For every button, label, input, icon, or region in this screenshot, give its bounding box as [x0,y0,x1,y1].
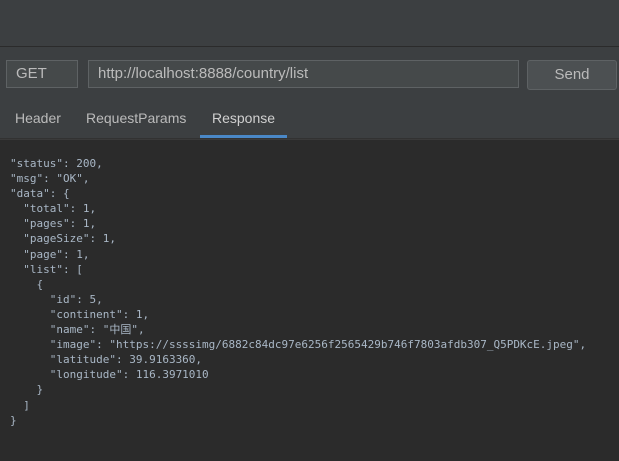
response-line: "data": { [10,187,70,201]
tab-response[interactable]: Response [212,100,275,138]
http-client-window: GET http://localhost:8888/country/list S… [0,0,619,461]
response-line: } [10,383,44,397]
fold-gutter [0,140,8,461]
response-line: "pages": 1, [10,217,97,231]
send-button[interactable]: Send [527,60,617,90]
response-line: "total": 1, [10,202,97,216]
response-line: { [10,277,44,291]
tab-header[interactable]: Header [15,100,61,138]
request-tabs: Header RequestParams Response [0,100,619,139]
response-json-text[interactable]: "status": 200, "msg": "OK", "data": { "tot… [10,156,586,428]
response-line: "list": [ [10,262,83,276]
response-line: "msg": "OK", [10,172,90,186]
http-method-select[interactable]: GET [6,60,78,88]
response-line: "status": 200, [10,157,103,170]
response-line: "id": 5, [10,292,103,306]
response-line: "latitude": 39.9163360, [10,353,203,367]
response-line: "continent": 1, [10,307,150,321]
response-line: } [10,413,17,427]
response-line: ] [10,398,30,412]
response-line: "image": "https://ssssimg/6882c84dc97e62… [10,338,587,352]
response-line: "pageSize": 1, [10,232,116,246]
url-input[interactable]: http://localhost:8888/country/list [88,60,519,88]
response-body-panel[interactable]: "status": 200, "msg": "OK", "data": { "tot… [0,139,619,461]
tab-request-params[interactable]: RequestParams [86,100,186,138]
active-tab-indicator [200,135,287,138]
response-line: "page": 1, [10,247,90,261]
top-toolbar-area [0,0,619,47]
response-line: "longitude": 116.3971010 [10,368,209,382]
response-line: "name": "中国", [10,323,145,337]
